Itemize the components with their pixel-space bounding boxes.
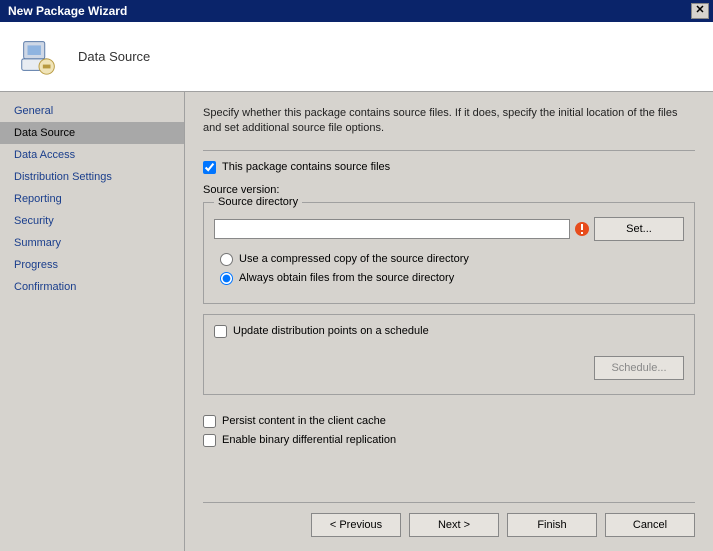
source-directory-input[interactable] <box>214 219 570 239</box>
always-obtain-radio[interactable] <box>220 272 233 285</box>
schedule-button: Schedule... <box>594 356 684 380</box>
contains-source-checkbox[interactable] <box>203 161 216 174</box>
persist-cache-checkbox[interactable] <box>203 415 216 428</box>
update-dp-checkbox[interactable] <box>214 325 227 338</box>
wizard-button-bar: < Previous Next > Finish Cancel <box>203 502 695 537</box>
binary-diff-checkbox[interactable] <box>203 434 216 447</box>
compressed-label: Use a compressed copy of the source dire… <box>239 253 469 265</box>
binary-diff-label: Enable binary differential replication <box>222 434 396 446</box>
main-panel: Specify whether this package contains so… <box>185 92 713 551</box>
titlebar: New Package Wizard ✕ <box>0 0 713 22</box>
source-directory-legend: Source directory <box>214 196 302 208</box>
next-button[interactable]: Next > <box>409 513 499 537</box>
update-dp-group: Update distribution points on a schedule… <box>203 314 695 395</box>
sidebar-item-distribution-settings[interactable]: Distribution Settings <box>0 166 184 188</box>
always-obtain-label: Always obtain files from the source dire… <box>239 272 454 284</box>
update-dp-label: Update distribution points on a schedule <box>233 325 429 337</box>
cancel-button[interactable]: Cancel <box>605 513 695 537</box>
package-icon <box>16 32 62 81</box>
close-button[interactable]: ✕ <box>691 3 709 19</box>
contains-source-label: This package contains source files <box>222 161 390 173</box>
previous-button[interactable]: < Previous <box>311 513 401 537</box>
sidebar-item-progress[interactable]: Progress <box>0 254 184 276</box>
persist-cache-label: Persist content in the client cache <box>222 415 386 427</box>
warning-icon <box>574 221 590 237</box>
intro-text: Specify whether this package contains so… <box>203 106 695 136</box>
compressed-radio[interactable] <box>220 253 233 266</box>
header-title: Data Source <box>78 49 150 64</box>
source-version-label: Source version: <box>203 184 695 196</box>
sidebar-item-security[interactable]: Security <box>0 210 184 232</box>
sidebar-item-reporting[interactable]: Reporting <box>0 188 184 210</box>
finish-button[interactable]: Finish <box>507 513 597 537</box>
sidebar-item-summary[interactable]: Summary <box>0 232 184 254</box>
sidebar-item-general[interactable]: General <box>0 100 184 122</box>
set-button[interactable]: Set... <box>594 217 684 241</box>
wizard-header: Data Source <box>0 22 713 92</box>
source-directory-group: Source directory Set... Use a compressed… <box>203 202 695 304</box>
sidebar-item-data-access[interactable]: Data Access <box>0 144 184 166</box>
title-text: New Package Wizard <box>8 0 127 22</box>
separator <box>203 150 695 151</box>
sidebar-item-confirmation[interactable]: Confirmation <box>0 276 184 298</box>
sidebar: General Data Source Data Access Distribu… <box>0 92 185 551</box>
sidebar-item-data-source[interactable]: Data Source <box>0 122 184 144</box>
